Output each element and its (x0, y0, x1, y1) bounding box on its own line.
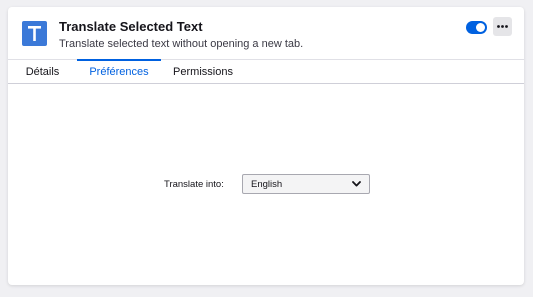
addon-icon (22, 21, 47, 46)
chevron-down-icon (352, 181, 361, 187)
translate-into-label: Translate into: (164, 179, 224, 190)
letter-t-icon (28, 26, 41, 41)
preferences-panel: Translate into: English (8, 85, 524, 285)
translate-into-value: English (251, 179, 283, 190)
translate-into-select[interactable]: English (242, 174, 370, 194)
more-options-button[interactable] (493, 17, 512, 36)
addon-title: Translate Selected Text (59, 19, 203, 34)
addon-card: Translate Selected Text Translate select… (8, 7, 524, 285)
more-options-icon (497, 25, 508, 28)
enable-toggle[interactable] (466, 21, 487, 34)
tab-details[interactable]: Détails (12, 60, 73, 84)
tab-bar: Détails Préférences Permissions (8, 59, 524, 84)
addon-header: Translate Selected Text Translate select… (8, 7, 524, 59)
toggle-knob (476, 23, 485, 32)
tab-permissions[interactable]: Permissions (165, 60, 241, 84)
tab-preferences[interactable]: Préférences (77, 59, 161, 84)
addon-description: Translate selected text without opening … (59, 38, 304, 50)
